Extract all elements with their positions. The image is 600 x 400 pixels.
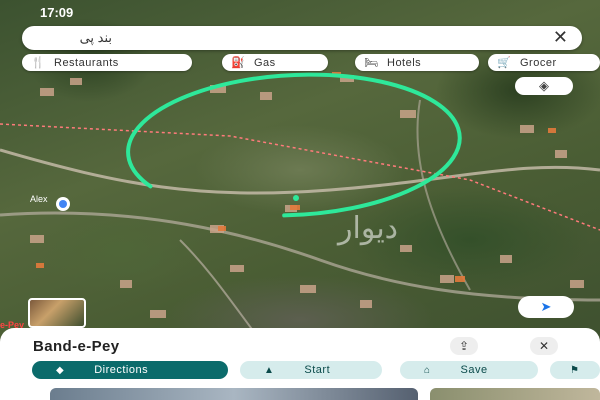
buildings — [30, 75, 584, 318]
directions-icon: ◆ — [56, 364, 65, 376]
save-button[interactable]: ⌂ Save — [400, 361, 538, 379]
flag-icon: ⚑ — [570, 364, 580, 376]
hotel-icon: 🛏 — [364, 57, 378, 69]
cart-icon: 🛒 — [497, 57, 511, 69]
navigation-icon: ▲ — [264, 364, 275, 376]
close-icon[interactable]: ✕ — [553, 27, 568, 47]
status-time: 17:09 — [40, 5, 74, 20]
share-icon: ⇪ — [458, 339, 470, 353]
road — [179, 239, 261, 341]
navigation-arrow-icon: ➤ — [540, 299, 552, 314]
directions-button[interactable]: ◆ Directions — [32, 361, 228, 379]
place-title: Band-e-Pey — [33, 338, 120, 355]
place-photo-thumbnail[interactable] — [28, 298, 86, 328]
location-label: Alex — [30, 194, 48, 204]
road — [0, 148, 600, 195]
search-query[interactable]: بند پی — [80, 30, 112, 46]
my-location-button[interactable]: ➤ — [518, 296, 574, 318]
layers-icon: ◈ — [539, 78, 549, 93]
place-sheet: Band-e-Pey ⇪ ✕ ◆ Directions ▲ Start ⌂ Sa… — [0, 328, 600, 400]
close-icon: ✕ — [538, 339, 550, 353]
chip-restaurants[interactable]: 🍴 Restaurants — [22, 54, 192, 71]
chip-grocery[interactable]: 🛒 Grocer — [488, 54, 600, 71]
more-action-button[interactable]: ⚑ — [550, 361, 600, 379]
search-bar[interactable]: بند پی ✕ — [22, 26, 582, 50]
layers-button[interactable]: ◈ — [515, 77, 573, 95]
bookmark-icon: ⌂ — [424, 364, 431, 376]
chip-hotels[interactable]: 🛏 Hotels — [355, 54, 479, 71]
chip-gas[interactable]: ⛽ Gas — [222, 54, 328, 71]
restaurant-icon: 🍴 — [31, 57, 45, 69]
gas-station-icon: ⛽ — [231, 57, 245, 69]
selected-point-dot — [293, 195, 299, 201]
start-button[interactable]: ▲ Start — [240, 361, 382, 379]
road — [416, 99, 471, 291]
current-location-dot[interactable] — [56, 197, 70, 211]
photo-strip[interactable] — [430, 388, 600, 400]
watermark-logo: دیوار — [336, 211, 398, 246]
close-sheet-button[interactable]: ✕ — [530, 337, 558, 355]
photo-strip[interactable] — [50, 388, 418, 400]
share-button[interactable]: ⇪ — [450, 337, 478, 355]
